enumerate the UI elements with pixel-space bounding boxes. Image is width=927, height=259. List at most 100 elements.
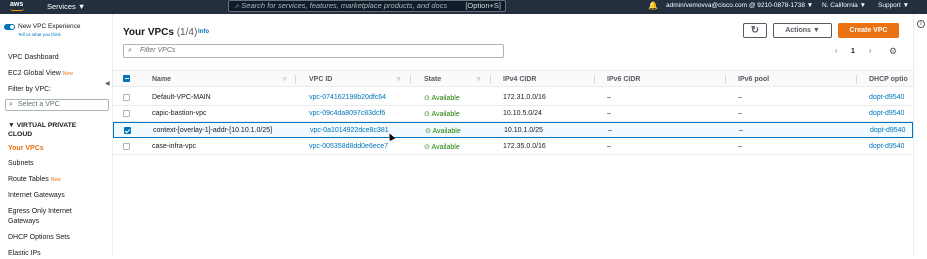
- filter-by-vpc-label: Filter by VPC:: [8, 86, 52, 93]
- column-header-vpc-id[interactable]: VPC ID: [309, 76, 332, 83]
- dhcp-options-link[interactable]: dopt-d9540: [869, 143, 904, 150]
- vpc-name: capic-bastion-vpc: [152, 110, 207, 117]
- column-divider[interactable]: [856, 75, 857, 84]
- table-row[interactable]: case-infra-vpc vpc-005358d8dd0e6ece7 ⊙ A…: [113, 139, 913, 155]
- collapse-sidebar-icon[interactable]: ◀: [105, 80, 110, 87]
- info-icon[interactable]: i: [917, 20, 925, 28]
- main-content: Your VPCs (1/4) Info ↻ Actions ▼ Create …: [113, 14, 913, 257]
- dhcp-options-link[interactable]: dopt-d9540: [870, 127, 905, 134]
- info-link[interactable]: Info: [198, 29, 209, 35]
- ipv6-cidr: –: [608, 127, 612, 134]
- global-search-input[interactable]: ⌕ Search for services, features, marketp…: [228, 0, 506, 12]
- section-vpc-heading-line2: CLOUD: [8, 131, 33, 138]
- ec2-global-view-label: EC2 Global View: [8, 70, 61, 77]
- services-menu[interactable]: Services ▼: [47, 2, 85, 11]
- settings-gear-icon[interactable]: ⚙: [889, 46, 897, 57]
- create-vpc-button[interactable]: Create VPC: [838, 23, 899, 38]
- table-row[interactable]: Default-VPC-MAIN vpc-074162198b20dfc64 ⊙…: [113, 90, 913, 106]
- refresh-button[interactable]: ↻: [743, 23, 767, 38]
- right-utility-bar: i: [913, 14, 927, 257]
- sidebar-item-subnets[interactable]: Subnets: [8, 159, 34, 169]
- sort-icon[interactable]: ▿: [397, 75, 401, 83]
- search-placeholder: Search for services, features, marketpla…: [241, 1, 448, 10]
- state-cell: ⊙ Available: [424, 110, 460, 118]
- vpc-name: context-[overlay-1]-addr-[10.10.1.0/25]: [153, 127, 273, 134]
- dhcp-options-link[interactable]: dopt-d9540: [869, 94, 904, 101]
- selection-count: (1/4): [176, 27, 198, 38]
- previous-page-icon[interactable]: ‹: [835, 48, 837, 55]
- row-checkbox[interactable]: [123, 110, 130, 117]
- ipv6-cidr: –: [607, 94, 611, 101]
- refresh-icon: ↻: [750, 25, 760, 36]
- sidebar-item-egress-only[interactable]: Egress Only Internet: [8, 207, 72, 217]
- vpc-name: case-infra-vpc: [152, 143, 196, 150]
- search-icon: ⌕: [128, 47, 132, 54]
- search-shortcut: [Option+S]: [465, 1, 501, 10]
- dhcp-options-link[interactable]: dopt-d9540: [869, 110, 904, 117]
- account-menu[interactable]: admin/vemovva@cisco.com @ 9210-0878-1738…: [666, 2, 813, 9]
- row-checkbox[interactable]: [123, 143, 130, 150]
- sidebar-item-elastic-ips[interactable]: Elastic IPs: [8, 249, 41, 259]
- vpc-id-link[interactable]: vpc-09c4da8097c83dcf6: [309, 110, 385, 117]
- column-header-dhcp-options[interactable]: DHCP optio: [869, 76, 908, 83]
- sidebar-item-ec2-global-view[interactable]: EC2 Global View New: [8, 69, 73, 79]
- feedback-link[interactable]: Tell us what you think: [18, 32, 61, 37]
- column-divider[interactable]: [490, 75, 491, 84]
- column-divider[interactable]: [594, 75, 595, 84]
- vpc-id-link[interactable]: vpc-005358d8dd0e6ece7: [309, 143, 388, 150]
- ipv6-cidr: –: [607, 110, 611, 117]
- state-label: Available: [431, 111, 460, 118]
- region-menu[interactable]: N. California ▼: [822, 2, 866, 9]
- state-label: Available: [432, 128, 461, 135]
- state-cell: ⊙ Available: [424, 94, 460, 102]
- vpc-id-link[interactable]: vpc-0a1014922dce8c381: [310, 127, 389, 134]
- sort-icon[interactable]: ▿: [283, 75, 287, 83]
- sidebar-item-route-tables[interactable]: Route Tables New: [8, 175, 61, 185]
- vpc-id-link[interactable]: vpc-074162198b20dfc64: [309, 94, 386, 101]
- column-header-ipv6-cidr[interactable]: IPv6 CIDR: [607, 76, 640, 83]
- new-experience-label: New VPC Experience: [18, 23, 81, 30]
- ipv6-cidr: –: [607, 143, 611, 150]
- new-badge: New: [50, 177, 61, 183]
- column-divider[interactable]: [410, 75, 411, 84]
- ipv4-cidr: 172.35.0.0/16: [503, 143, 546, 150]
- ipv6-pool: –: [738, 110, 742, 117]
- state-label: Available: [431, 144, 460, 151]
- table-row[interactable]: capic-bastion-vpc vpc-09c4da8097c83dcf6 …: [113, 106, 913, 122]
- sort-icon[interactable]: ▿: [477, 75, 481, 83]
- row-checkbox[interactable]: [124, 127, 131, 134]
- support-menu[interactable]: Support ▼: [878, 2, 909, 9]
- page-title: Your VPCs (1/4): [123, 27, 197, 38]
- aws-smile-icon: [10, 8, 24, 11]
- filter-vpcs-input[interactable]: ⌕ Filter VPCs: [123, 44, 504, 58]
- new-badge: New: [62, 71, 73, 77]
- column-header-ipv4-cidr[interactable]: IPv4 CIDR: [503, 76, 536, 83]
- vpc-name: Default-VPC-MAIN: [152, 94, 211, 101]
- table-row-selected[interactable]: context-[overlay-1]-addr-[10.10.1.0/25] …: [113, 122, 913, 138]
- actions-button[interactable]: Actions ▼: [773, 23, 832, 38]
- bell-icon[interactable]: 🔔: [648, 1, 658, 10]
- aws-logo[interactable]: aws: [10, 1, 24, 11]
- sidebar-item-internet-gateways[interactable]: Internet Gateways: [8, 191, 65, 201]
- column-header-name[interactable]: Name: [152, 76, 171, 83]
- column-header-ipv6-pool[interactable]: IPv6 pool: [738, 76, 769, 83]
- row-checkbox[interactable]: [123, 94, 130, 101]
- sidebar-item-vpc-dashboard[interactable]: VPC Dashboard: [8, 53, 59, 63]
- table-header: Name ▿ VPC ID ▿ State ▿ IPv4 CIDR IPv6 C…: [113, 70, 913, 87]
- column-header-state[interactable]: State: [424, 76, 441, 83]
- ipv6-pool: –: [739, 127, 743, 134]
- filter-placeholder: Filter VPCs: [140, 47, 176, 54]
- page-number[interactable]: 1: [851, 48, 855, 55]
- next-page-icon[interactable]: ›: [869, 48, 871, 55]
- aws-logo-text: aws: [10, 1, 24, 8]
- select-vpc-input[interactable]: ⌕ Select a VPC: [5, 99, 109, 111]
- top-navigation-bar: aws Services ▼ ⌕ Search for services, fe…: [0, 0, 927, 14]
- new-experience-toggle[interactable]: [4, 24, 15, 30]
- column-divider[interactable]: [725, 75, 726, 84]
- select-all-checkbox[interactable]: [123, 75, 130, 82]
- sidebar-item-egress-only-line2[interactable]: Gateways: [8, 217, 39, 227]
- sidebar: New VPC Experience Tell us what you thin…: [0, 14, 113, 257]
- sidebar-item-your-vpcs[interactable]: Your VPCs: [8, 144, 44, 154]
- sidebar-item-dhcp-options[interactable]: DHCP Options Sets: [8, 233, 70, 243]
- column-divider[interactable]: [295, 75, 296, 84]
